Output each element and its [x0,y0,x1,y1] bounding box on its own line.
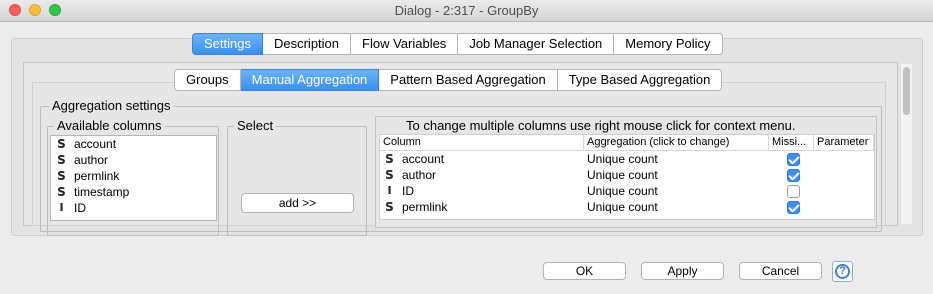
row-parameter[interactable] [814,199,874,215]
list-item[interactable]: Stimestamp [51,184,216,200]
column-name: account [74,137,117,151]
string-type-icon: S [57,137,66,151]
tab-job-manager-selection[interactable]: Job Manager Selection [458,33,615,55]
window-title: Dialog - 2:317 - GroupBy [394,3,539,18]
row-column-name: permlink [402,200,448,214]
help-button[interactable]: ? [832,261,853,282]
list-item[interactable]: Spermlink [51,168,216,184]
help-icon: ? [835,264,850,279]
tab-pattern-based-aggregation[interactable]: Pattern Based Aggregation [379,69,558,91]
list-item[interactable]: Sauthor [51,152,216,168]
tab-flow-variables[interactable]: Flow Variables [351,33,459,55]
missing-checkbox[interactable] [786,152,800,166]
tab-groups[interactable]: Groups [174,69,241,91]
string-type-icon: S [385,152,394,166]
row-column-name: author [402,168,437,182]
string-type-icon: S [385,168,394,182]
table-row[interactable]: Spermlink Unique count [380,199,874,215]
context-menu-hint: To change multiple columns use right mou… [406,118,796,133]
scrollbar-thumb[interactable] [903,67,910,115]
column-header[interactable]: Column [380,135,584,150]
table-row[interactable]: Sauthor Unique count [380,167,874,183]
vertical-scrollbar[interactable] [900,64,912,224]
table-row[interactable]: I ID Unique count [380,183,874,199]
list-item[interactable]: Saccount [51,136,216,152]
column-name: author [74,153,109,167]
row-column-name: account [402,152,445,166]
string-type-icon: S [385,200,394,214]
parameter-header[interactable]: Parameter [814,135,874,150]
tab-settings[interactable]: Settings [192,33,263,55]
title-bar: Dialog - 2:317 - GroupBy [0,0,933,22]
row-aggregation[interactable]: Unique count [584,167,769,183]
tab-memory-policy[interactable]: Memory Policy [614,33,723,55]
available-columns-list[interactable]: Saccount Sauthor Spermlink Stimestamp II… [50,135,217,221]
tab-description[interactable]: Description [262,33,352,55]
missing-checkbox[interactable] [786,200,800,214]
string-type-icon: S [57,153,66,167]
row-parameter[interactable] [814,183,874,199]
row-parameter[interactable] [814,151,874,167]
sub-tab-bar: Groups Manual Aggregation Pattern Based … [174,69,723,91]
tab-type-based-aggregation[interactable]: Type Based Aggregation [557,69,723,91]
list-item[interactable]: I ID [51,200,216,216]
tab-manual-aggregation[interactable]: Manual Aggregation [240,69,380,91]
aggregation-settings-label: Aggregation settings [49,98,174,113]
apply-button[interactable]: Apply [641,262,724,280]
select-label: Select [234,118,277,133]
missing-header[interactable]: Missi... [769,135,814,150]
row-aggregation[interactable]: Unique count [584,183,769,199]
column-name: ID [74,201,86,215]
missing-checkbox[interactable] [786,184,800,198]
string-type-icon: S [57,169,66,183]
row-aggregation[interactable]: Unique count [584,151,769,167]
aggregation-table[interactable]: Column Aggregation (click to change) Mis… [379,134,875,220]
row-parameter[interactable] [814,167,874,183]
aggregation-header[interactable]: Aggregation (click to change) [584,135,769,150]
ok-button[interactable]: OK [543,262,626,280]
main-tab-bar: Settings Description Flow Variables Job … [192,33,723,55]
integer-type-icon: I [59,201,64,214]
row-column-name: ID [402,184,414,198]
row-aggregation[interactable]: Unique count [584,199,769,215]
cancel-button[interactable]: Cancel [739,262,822,280]
add-button[interactable]: add >> [241,193,354,213]
table-header: Column Aggregation (click to change) Mis… [380,135,874,151]
table-row[interactable]: Saccount Unique count [380,151,874,167]
integer-type-icon: I [387,184,392,197]
missing-checkbox[interactable] [786,168,800,182]
available-columns-label: Available columns [54,118,165,133]
select-group: Select [227,118,367,236]
column-name: timestamp [74,185,130,199]
column-name: permlink [74,169,120,183]
string-type-icon: S [57,185,66,199]
